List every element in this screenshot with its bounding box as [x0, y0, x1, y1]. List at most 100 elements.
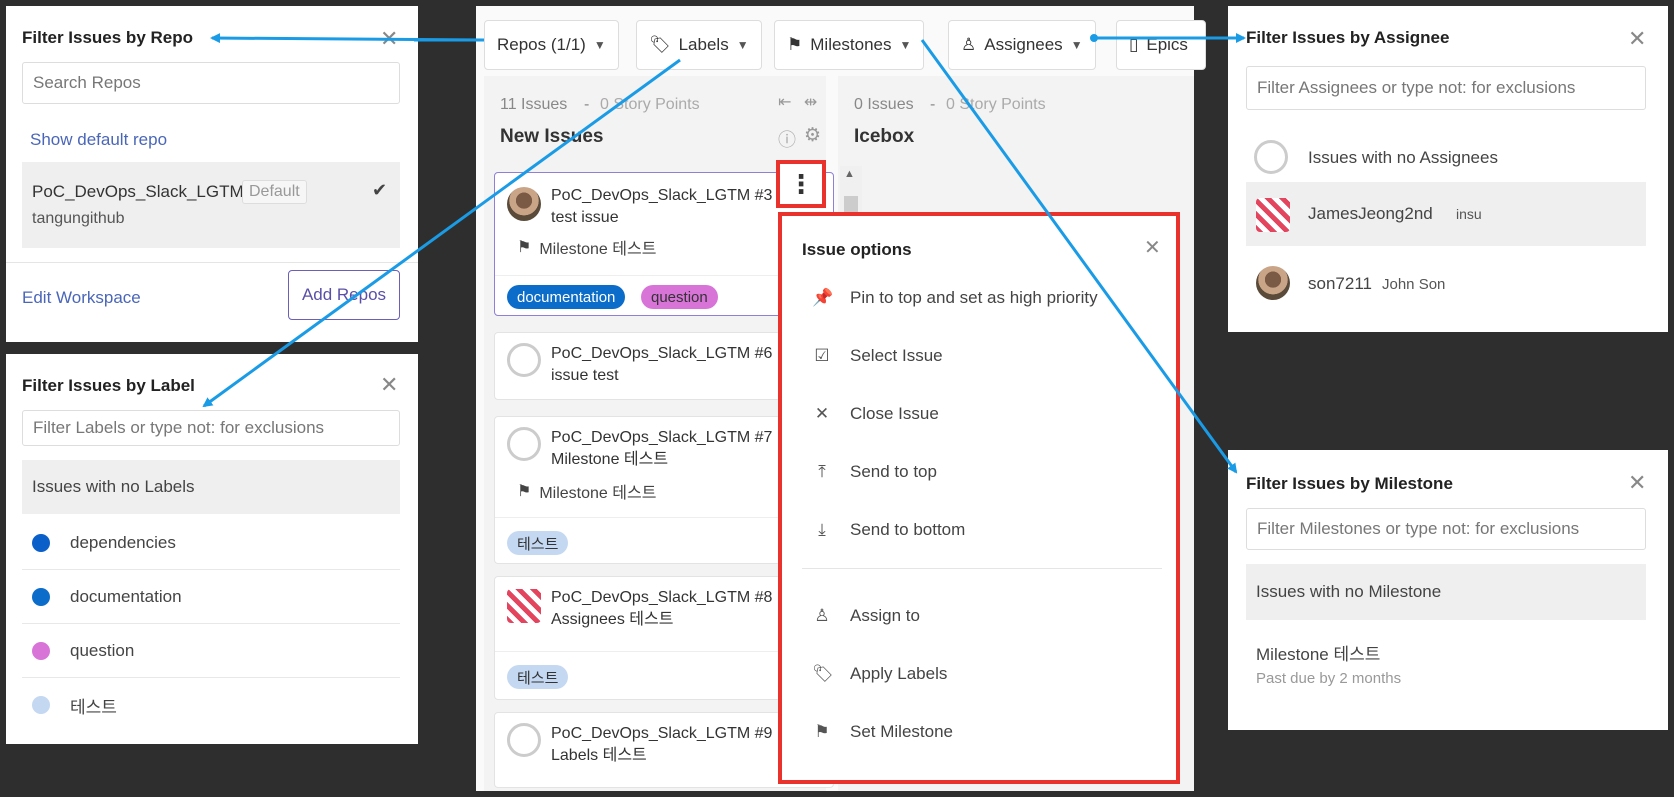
milestone-icon: ⚑ — [517, 239, 532, 256]
issue-title-line2: Assignees 테스트 — [551, 611, 674, 628]
issue-count: 11 Issues — [500, 96, 568, 113]
label-option[interactable]: 테스트 — [22, 678, 400, 732]
close-icon[interactable]: ✕ — [1628, 28, 1646, 50]
repo-row[interactable]: PoC_DevOps_Slack_LGTM Default ✔ tangungi… — [22, 162, 400, 248]
milestone-label: Milestone 테스트 — [539, 485, 657, 502]
labels-filter-button[interactable]: 🏷 Labels ▼ — [636, 20, 762, 70]
arrow-to-top-icon: ⤒ — [818, 462, 826, 481]
no-assignees-option[interactable]: Issues with no Assignees — [1246, 132, 1646, 182]
edit-workspace-link[interactable]: Edit Workspace — [22, 288, 141, 308]
button-label: Repos (1/1) — [497, 35, 586, 54]
show-default-repo-link[interactable]: Show default repo — [30, 130, 167, 150]
assignee-option[interactable]: son7211 John Son — [1246, 254, 1646, 314]
close-icon[interactable]: ✕ — [1628, 472, 1646, 494]
send-to-bottom-item[interactable]: ⤓ Send to bottom — [812, 520, 965, 540]
avatar — [507, 723, 541, 757]
filter-milestones-input[interactable]: Filter Milestones or type not: for exclu… — [1246, 508, 1646, 550]
default-badge: Default — [242, 180, 307, 204]
apply-labels-item[interactable]: 🏷 Apply Labels — [812, 664, 947, 684]
milestone-icon: ⚑ — [814, 722, 830, 741]
assignee-option[interactable]: JamesJeong2nd insu — [1246, 182, 1646, 246]
avatar — [507, 187, 541, 221]
label-tag[interactable]: documentation — [507, 285, 626, 309]
panel-title: Filter Issues by Assignee — [1246, 28, 1450, 47]
story-points: 0 Story Points — [946, 96, 1046, 113]
label-name: dependencies — [70, 532, 176, 552]
option-label: Issues with no Milestone — [1256, 582, 1442, 601]
board: Repos (1/1) ▼ 🏷 Labels ▼ ⚑ Milestones ▼ ♙ Assi… — [476, 6, 1206, 791]
issue-title-line2: Labels 테스트 — [551, 747, 647, 764]
label-color-dot — [32, 641, 50, 660]
milestone-icon: ⚑ — [787, 35, 803, 54]
gear-icon[interactable]: ⚙ — [804, 124, 821, 147]
milestones-filter-button[interactable]: ⚑ Milestones ▼ — [774, 20, 925, 70]
select-issue-item[interactable]: ☑ Select Issue — [812, 346, 942, 366]
close-icon[interactable]: ✕ — [380, 28, 398, 50]
assignee-filter-panel: Filter Issues by Assignee ✕ Filter Assig… — [1228, 6, 1668, 332]
add-repos-button[interactable]: Add Repos — [288, 270, 400, 320]
filter-assignees-input[interactable]: Filter Assignees or type not: for exclus… — [1246, 66, 1646, 110]
user-login: son7211 — [1308, 274, 1372, 293]
label-tag[interactable]: 테스트 — [507, 665, 569, 689]
label-tag[interactable]: 테스트 — [507, 531, 569, 555]
close-icon: ✕ — [814, 404, 830, 423]
milestone-option[interactable]: Milestone 테스트 Past due by 2 months — [1246, 630, 1646, 700]
menu-item-label: Pin to top and set as high priority — [850, 288, 1098, 307]
repo-owner: tangungithub — [32, 210, 125, 227]
panel-title: Filter Issues by Label — [22, 376, 195, 395]
card-milestone: ⚑ Milestone 테스트 — [517, 235, 656, 259]
avatar — [507, 589, 541, 623]
pin-icon: 📌 — [812, 288, 834, 307]
avatar — [507, 427, 541, 461]
column-title: New Issues — [500, 126, 604, 147]
search-repos-input[interactable]: Search Repos — [22, 62, 400, 104]
set-milestone-item[interactable]: ⚑ Set Milestone — [812, 722, 953, 742]
avatar — [1254, 140, 1288, 174]
scroll-up-icon[interactable]: ▲ — [844, 168, 855, 180]
panel-title: Filter Issues by Milestone — [1246, 474, 1453, 493]
user-name: insu — [1456, 206, 1482, 222]
divider — [802, 568, 1162, 569]
send-to-top-item[interactable]: ⤒ Send to top — [812, 462, 937, 482]
info-icon[interactable]: ⓘ — [778, 126, 796, 152]
person-icon: ♙ — [961, 35, 977, 54]
assign-to-item[interactable]: ♙ Assign to — [812, 606, 920, 626]
tag-icon: 🏷 — [649, 35, 671, 54]
close-icon[interactable]: ✕ — [1144, 238, 1161, 258]
issue-title-line1: PoC_DevOps_Slack_LGTM #8 — [551, 589, 773, 606]
milestone-name: Milestone 테스트 — [1256, 645, 1381, 664]
collapse-icon[interactable]: ⇤ — [778, 92, 791, 112]
milestone-icon: ⚑ — [517, 483, 532, 500]
filter-labels-input[interactable]: Filter Labels or type not: for exclusion… — [22, 410, 400, 446]
split-icon[interactable]: ⇹ — [804, 92, 817, 112]
button-label: Milestones — [810, 35, 892, 54]
milestone-filter-panel: Filter Issues by Milestone ✕ Filter Mile… — [1228, 450, 1668, 730]
label-color-dot — [32, 587, 50, 606]
pin-to-top-item[interactable]: 📌 Pin to top and set as high priority — [812, 288, 1098, 308]
label-option[interactable]: question — [22, 624, 400, 678]
divider — [6, 262, 418, 263]
issue-options-menu: Issue options ✕ 📌 Pin to top and set as h… — [778, 212, 1180, 784]
button-label: Labels — [678, 35, 729, 54]
issue-title-line1: PoC_DevOps_Slack_LGTM #7 — [551, 429, 773, 446]
no-milestone-option[interactable]: Issues with no Milestone — [1246, 564, 1646, 620]
avatar — [507, 343, 541, 377]
repos-filter-button[interactable]: Repos (1/1) ▼ — [484, 20, 619, 70]
epics-filter-button[interactable]: ▯ Epics — [1116, 20, 1206, 70]
issue-title-line2: test issue — [551, 209, 619, 226]
assignees-filter-button[interactable]: ♙ Assignees ▼ — [948, 20, 1096, 70]
no-labels-option[interactable]: Issues with no Labels — [22, 460, 400, 514]
issue-menu-button[interactable]: ⋮ — [776, 160, 826, 208]
label-tag[interactable]: question — [641, 285, 718, 309]
panel-title: Filter Issues by Repo — [22, 28, 193, 47]
chevron-down-icon: ▼ — [1070, 38, 1083, 52]
repo-filter-panel: Filter Issues by Repo ✕ Search Repos Sho… — [6, 6, 418, 342]
menu-item-label: Apply Labels — [850, 664, 948, 683]
label-option[interactable]: documentation — [22, 570, 400, 624]
menu-item-label: Set Milestone — [850, 722, 953, 741]
menu-item-label: Send to bottom — [850, 520, 966, 539]
close-icon[interactable]: ✕ — [380, 374, 398, 396]
label-name: documentation — [70, 586, 182, 606]
label-option[interactable]: dependencies — [22, 516, 400, 570]
close-issue-item[interactable]: ✕ Close Issue — [812, 404, 939, 424]
